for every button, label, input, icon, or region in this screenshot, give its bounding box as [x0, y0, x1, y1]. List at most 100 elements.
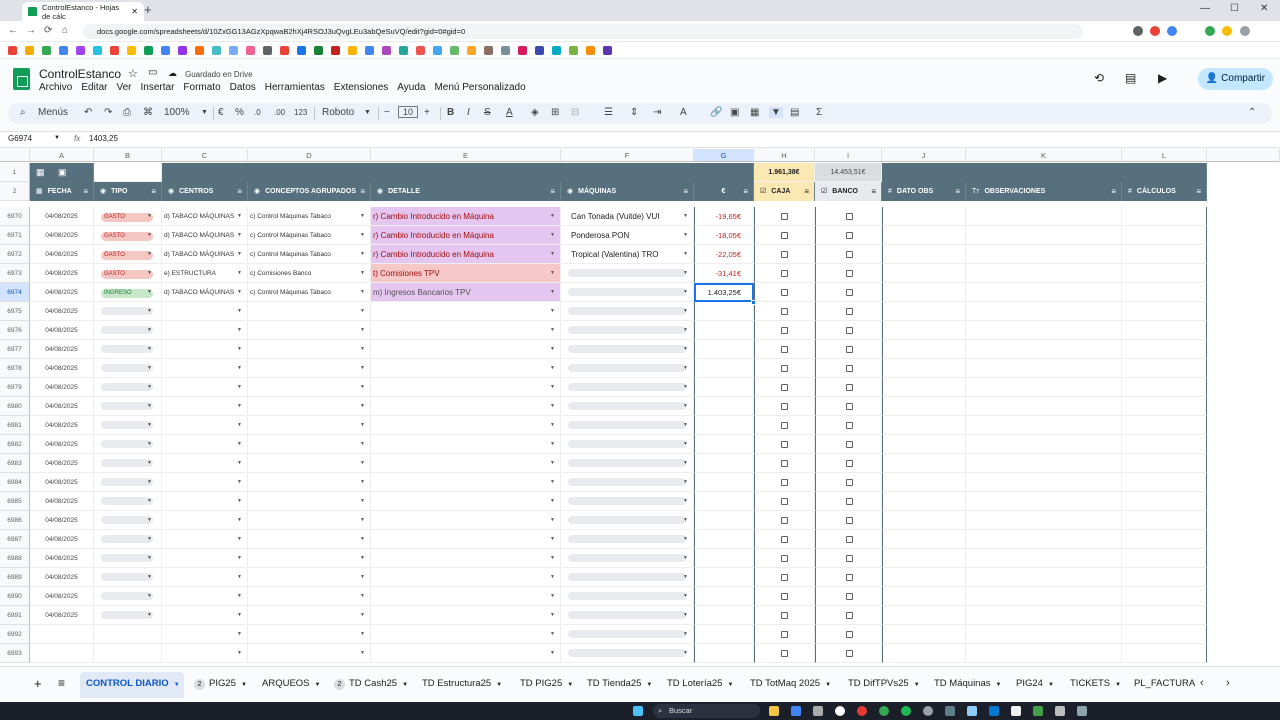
- observaciones-cell[interactable]: [966, 264, 1122, 283]
- calculos-cell[interactable]: [1122, 606, 1207, 625]
- borders-icon[interactable]: ⊞: [551, 107, 559, 118]
- banco-cell[interactable]: [815, 511, 882, 530]
- maquinas-cell[interactable]: ▼: [561, 644, 694, 663]
- importe-cell[interactable]: [694, 340, 754, 359]
- observaciones-cell[interactable]: [966, 644, 1122, 663]
- banco-cell[interactable]: [815, 283, 882, 302]
- row-number[interactable]: 1: [0, 163, 30, 182]
- observaciones-cell[interactable]: [966, 378, 1122, 397]
- row-number[interactable]: 6980: [0, 397, 30, 416]
- caja-checkbox[interactable]: [781, 251, 788, 258]
- dato-obs-cell[interactable]: [882, 207, 966, 226]
- empty-dropdown-chip[interactable]: [568, 478, 686, 486]
- dato-obs-cell[interactable]: [882, 226, 966, 245]
- observaciones-cell[interactable]: [966, 511, 1122, 530]
- conceptos-cell[interactable]: ▼: [248, 302, 371, 321]
- empty-dropdown-chip[interactable]: [568, 345, 686, 353]
- importe-cell[interactable]: [694, 454, 754, 473]
- conceptos-cell[interactable]: c) Control Máquinas Tabaco ▼: [248, 283, 371, 302]
- caja-checkbox[interactable]: [781, 289, 788, 296]
- bookmark-icon[interactable]: [212, 46, 221, 55]
- centros-cell[interactable]: ▼: [162, 302, 248, 321]
- empty-dropdown-chip[interactable]: [101, 459, 153, 467]
- caja-cell[interactable]: [754, 226, 815, 245]
- tipo-cell[interactable]: ▼: [94, 416, 162, 435]
- fecha-cell[interactable]: 04/08/2025: [30, 397, 94, 416]
- name-box[interactable]: G6974: [8, 134, 32, 143]
- menu-3[interactable]: Insertar: [141, 82, 175, 93]
- row-number[interactable]: 6973: [0, 264, 30, 283]
- detalle-cell[interactable]: t) Comisiones TPV ▼: [371, 264, 561, 283]
- insert-chart-icon[interactable]: ▦: [750, 107, 759, 118]
- menu-0[interactable]: Archivo: [39, 82, 72, 93]
- app-icon[interactable]: [813, 706, 823, 716]
- extension-icon[interactable]: [1205, 26, 1215, 36]
- sheet-tab[interactable]: ARQUEOS ▼: [262, 678, 320, 689]
- banco-checkbox[interactable]: [846, 612, 853, 619]
- bold-icon[interactable]: B: [447, 107, 454, 118]
- dato-obs-cell[interactable]: [882, 340, 966, 359]
- taskbar-search[interactable]: ⌕ Buscar: [653, 704, 760, 718]
- minimize-icon[interactable]: —: [1200, 3, 1210, 14]
- maquinas-cell[interactable]: ▼: [561, 264, 694, 283]
- sheet-tab[interactable]: TD TotMaq 2025 ▼: [750, 678, 831, 689]
- column-header-banco[interactable]: ☑ BANCO ≡: [815, 182, 882, 201]
- column-header-dato_obs[interactable]: # DATO OBS ≡: [882, 182, 966, 201]
- search-icon[interactable]: ⌕: [20, 107, 26, 118]
- detalle-cell[interactable]: ▼: [371, 321, 561, 340]
- conceptos-cell[interactable]: ▼: [248, 359, 371, 378]
- row-number[interactable]: 6971: [0, 226, 30, 245]
- caja-checkbox[interactable]: [781, 270, 788, 277]
- filter-icon[interactable]: ≡: [955, 182, 960, 201]
- text-color-icon[interactable]: A: [506, 107, 513, 118]
- dato-obs-cell[interactable]: [882, 625, 966, 644]
- dato-obs-cell[interactable]: [882, 283, 966, 302]
- calculos-cell[interactable]: [1122, 340, 1207, 359]
- caja-cell[interactable]: [754, 264, 815, 283]
- caja-cell[interactable]: [754, 245, 815, 264]
- caja-cell[interactable]: [754, 454, 815, 473]
- tipo-cell[interactable]: GASTO ▼: [94, 226, 162, 245]
- spotify-icon[interactable]: [901, 706, 911, 716]
- row-number[interactable]: 6992: [0, 625, 30, 644]
- observaciones-cell[interactable]: [966, 302, 1122, 321]
- dato-obs-cell[interactable]: [882, 530, 966, 549]
- column-header-f[interactable]: F: [561, 149, 694, 162]
- empty-dropdown-chip[interactable]: [568, 421, 686, 429]
- banco-checkbox[interactable]: [846, 517, 853, 524]
- importe-cell[interactable]: [694, 549, 754, 568]
- centros-cell[interactable]: ▼: [162, 416, 248, 435]
- empty-dropdown-chip[interactable]: [101, 592, 153, 600]
- empty-dropdown-chip[interactable]: [568, 630, 686, 638]
- forward-icon[interactable]: →: [26, 25, 36, 36]
- banco-cell[interactable]: [815, 492, 882, 511]
- bookmark-icon[interactable]: [535, 46, 544, 55]
- banco-checkbox[interactable]: [846, 536, 853, 543]
- importe-cell[interactable]: [694, 492, 754, 511]
- caja-checkbox[interactable]: [781, 232, 788, 239]
- tipo-chip[interactable]: GASTO: [101, 270, 153, 279]
- row-number[interactable]: 6987: [0, 530, 30, 549]
- menu-5[interactable]: Datos: [230, 82, 256, 93]
- calculos-cell[interactable]: [1122, 587, 1207, 606]
- observaciones-cell[interactable]: [966, 416, 1122, 435]
- fecha-cell[interactable]: 04/08/2025: [30, 454, 94, 473]
- caja-cell[interactable]: [754, 378, 815, 397]
- maquinas-cell[interactable]: ▼: [561, 549, 694, 568]
- windows-start-icon[interactable]: [633, 706, 643, 716]
- browser-tab[interactable]: ControlEstanco - Hojas de cálc ✕: [22, 2, 144, 21]
- maquinas-cell[interactable]: ▼: [561, 587, 694, 606]
- importe-cell[interactable]: [694, 530, 754, 549]
- row-number[interactable]: 6990: [0, 587, 30, 606]
- fecha-cell[interactable]: 04/08/2025: [30, 226, 94, 245]
- centros-cell[interactable]: ▼: [162, 359, 248, 378]
- formula-input[interactable]: 1403,25: [89, 134, 118, 143]
- calculos-cell[interactable]: [1122, 302, 1207, 321]
- column-header-fecha[interactable]: ▦ FECHA ≡: [30, 182, 94, 201]
- conceptos-cell[interactable]: c) Control Máquinas Tabaco ▼: [248, 245, 371, 264]
- centros-cell[interactable]: ▼: [162, 625, 248, 644]
- bookmark-icon[interactable]: [365, 46, 374, 55]
- conceptos-cell[interactable]: ▼: [248, 587, 371, 606]
- calculos-cell[interactable]: [1122, 397, 1207, 416]
- sheet-tab[interactable]: 2 TD Cash25 ▼: [334, 678, 408, 690]
